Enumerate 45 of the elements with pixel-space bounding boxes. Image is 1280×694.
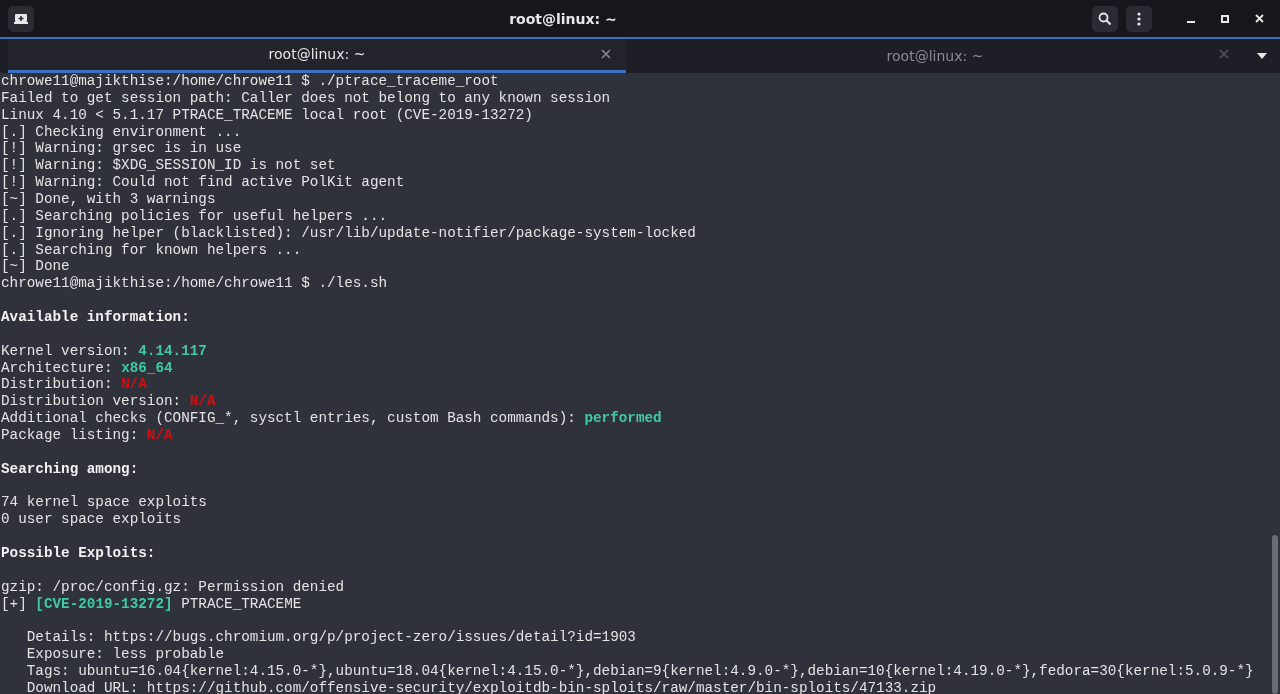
- terminal-tab[interactable]: root@linux: ~: [8, 39, 626, 73]
- terminal-line: [!] Warning: $XDG_SESSION_ID is not set: [1, 157, 336, 174]
- terminal-line: Available information:: [1, 309, 190, 326]
- menu-button[interactable]: [1126, 5, 1152, 32]
- terminal-line: 0 user space exploits: [1, 511, 182, 528]
- terminal-line: Distribution: N/A: [1, 376, 147, 393]
- terminal-line: [.] Searching for known helpers ...: [1, 241, 302, 258]
- terminal-line: Distribution version: N/A: [1, 393, 216, 410]
- window-title: root@linux: ~: [509, 10, 617, 27]
- scrollbar[interactable]: [1272, 535, 1278, 694]
- terminal-line: Tags: ubuntu=16.04{kernel:4.15.0-*},ubuntu=18.04{kernel:4.15.0-*},debian=9{kernel:4.9.0-*},debian=10{kernel:4.19.0-*},fedora=30{kernel:5.0.9-*}: [25, 663, 1254, 680]
- close-icon: [1254, 14, 1264, 23]
- terminal-line: Details: https://bugs.chromium.org/p/project-zero/issues/detail?id=1903: [25, 629, 636, 646]
- terminal-line: [~] Done, with 3 warnings: [1, 191, 216, 207]
- terminal-line: Searching among:: [1, 460, 139, 477]
- terminal-line: [.] Checking environment ...: [1, 123, 242, 140]
- new-tab-icon: [14, 12, 28, 25]
- terminal-line: Package listing: N/A: [1, 427, 173, 444]
- terminal-line: [.] Searching policies for useful helpers ...: [1, 207, 388, 224]
- terminal-line: [.] Ignoring helper (blacklisted): /usr/lib/update-notifier/package-system-locked: [1, 224, 696, 241]
- terminal-line: Additional checks (CONFIG_*, sysctl entries, custom Bash commands): performed: [1, 410, 662, 427]
- terminal-line: Download URL: https://github.com/offensive-security/exploitdb-bin-sploits/raw/master/bin-sploits/47133.zip: [25, 679, 937, 694]
- terminal-line: 74 kernel space exploits: [1, 494, 207, 511]
- terminal-line: [!] Warning: grsec is in use: [1, 140, 242, 157]
- terminal-line: [!] Warning: Could not find active PolKit agent: [1, 174, 405, 191]
- caret-icon: [1257, 53, 1267, 59]
- menu-icon: [1137, 11, 1141, 26]
- terminal-line: [~] Done: [1, 258, 70, 275]
- terminal-line: chrowe11@majikthise:/home/chrowe11 $ ./ptrace_traceme_root: [1, 73, 499, 89]
- terminal-line: Exposure: less probable: [25, 646, 225, 663]
- terminal-line: Failed to get session path: Caller does not belong to any known session: [1, 89, 611, 106]
- search-button[interactable]: [1092, 5, 1118, 32]
- terminal-line: Architecture: x86_64: [1, 359, 173, 376]
- terminal-line: [+] [CVE-2019-13272] PTRACE_TRACEME: [1, 595, 302, 612]
- search-icon: [1098, 11, 1112, 26]
- close-tab-icon[interactable]: [600, 48, 612, 60]
- minimize-icon: [1187, 20, 1195, 23]
- terminal-tab[interactable]: root@linux: ~: [626, 39, 1244, 73]
- terminal-line: Linux 4.10 < 5.1.17 PTRACE_TRACEME local root (CVE-2019-13272): [1, 106, 533, 123]
- new-tab-button[interactable]: [8, 5, 34, 32]
- terminal-line: gzip: /proc/config.gz: Permission denied: [1, 578, 345, 595]
- terminal-line: Possible Exploits:: [1, 545, 156, 562]
- terminal-line: chrowe11@majikthise:/home/chrowe11 $ ./les.sh: [1, 275, 388, 292]
- maximize-icon: [1221, 14, 1229, 23]
- terminal-line: Kernel version: 4.14.117: [1, 342, 207, 359]
